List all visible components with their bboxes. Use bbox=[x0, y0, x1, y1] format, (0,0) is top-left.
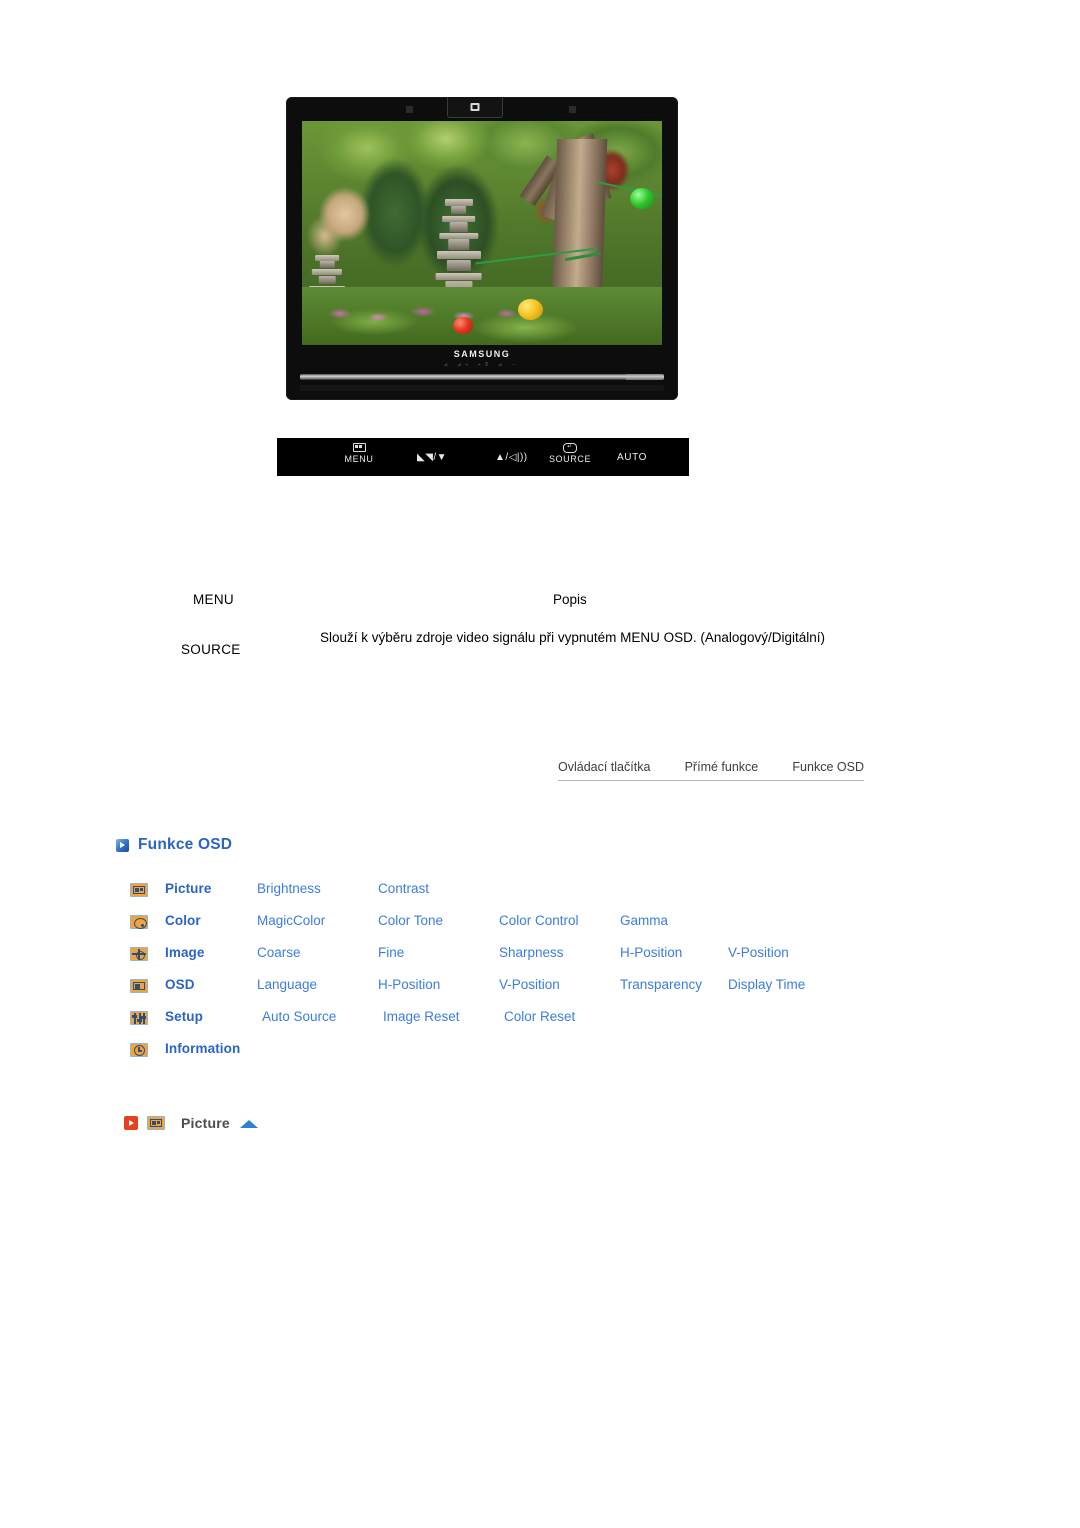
osd-item-color-reset[interactable]: Color Reset bbox=[504, 1009, 575, 1024]
bezel-badge bbox=[447, 97, 503, 118]
column-header-popis: Popis bbox=[553, 592, 587, 607]
osd-row-color: Color MagicColor Color Tone Color Contro… bbox=[130, 911, 890, 943]
control-button-auto-label: AUTO bbox=[617, 452, 647, 463]
tab-prime-funkce[interactable]: Přímé funkce bbox=[685, 760, 759, 774]
monitor-body: SAMSUNG ⊿ ⊿⌁ ⌁⊽ ⊿ ⋯ bbox=[286, 97, 678, 400]
table-cell-menu-name: SOURCE bbox=[181, 642, 241, 657]
bezel-sensor-right-icon bbox=[569, 106, 576, 113]
osd-item-contrast[interactable]: Contrast bbox=[378, 881, 429, 896]
power-indicator-icon bbox=[470, 103, 480, 111]
osd-item-display-time[interactable]: Display Time bbox=[728, 977, 805, 992]
osd-item-brightness[interactable]: Brightness bbox=[257, 881, 321, 896]
osd-item-image-reset[interactable]: Image Reset bbox=[383, 1009, 460, 1024]
menu-box-icon bbox=[329, 442, 389, 453]
osd-window-icon bbox=[130, 979, 148, 993]
osd-category-osd[interactable]: OSD bbox=[165, 977, 195, 992]
table-header-row: MENU Popis bbox=[178, 588, 898, 626]
monitor-base-bar-highlight bbox=[626, 374, 664, 380]
osd-row-osd: OSD Language H-Position V-Position Trans… bbox=[130, 975, 890, 1007]
monitor-top-bezel bbox=[286, 97, 678, 119]
picture-icon bbox=[130, 883, 148, 897]
osd-item-language[interactable]: Language bbox=[257, 977, 317, 992]
monitor-base-shadow bbox=[300, 385, 664, 391]
osd-item-image-h-position[interactable]: H-Position bbox=[620, 945, 682, 960]
picture-section-title: Picture bbox=[181, 1115, 230, 1131]
picture-subsection-heading: Picture bbox=[124, 1115, 258, 1131]
color-palette-icon bbox=[130, 915, 148, 929]
tab-ovladaci-tlacitka[interactable]: Ovládací tlačítka bbox=[558, 760, 650, 774]
control-button-menu[interactable]: MENU bbox=[329, 442, 389, 464]
column-header-menu: MENU bbox=[193, 592, 234, 607]
monitor-control-button-strip: MENU ◣◥/▼ ▲/◁|)) ↵ SOURCE AUTO bbox=[277, 438, 689, 476]
monitor-button-hints: ⊿ ⊿⌁ ⌁⊽ ⊿ ⋯ bbox=[443, 362, 521, 368]
osd-function-table: Picture Brightness Contrast Color MagicC… bbox=[130, 879, 890, 1071]
osd-category-color[interactable]: Color bbox=[165, 913, 201, 928]
osd-row-picture: Picture Brightness Contrast bbox=[130, 879, 890, 911]
osd-item-osd-h-position[interactable]: H-Position bbox=[378, 977, 440, 992]
osd-category-picture[interactable]: Picture bbox=[165, 881, 211, 896]
image-adjust-icon bbox=[130, 947, 148, 961]
monitor-base-bar bbox=[300, 374, 664, 380]
osd-section-heading: Funkce OSD bbox=[116, 836, 232, 854]
osd-item-image-v-position[interactable]: V-Position bbox=[728, 945, 789, 960]
osd-item-transparency[interactable]: Transparency bbox=[620, 977, 702, 992]
control-button-auto[interactable]: AUTO bbox=[577, 452, 687, 463]
osd-item-gamma[interactable]: Gamma bbox=[620, 913, 668, 928]
screen-photo-garden bbox=[302, 121, 662, 345]
bezel-sensor-left-icon bbox=[406, 106, 413, 113]
monitor-illustration: SAMSUNG ⊿ ⊿⌁ ⌁⊽ ⊿ ⋯ bbox=[286, 97, 678, 400]
setup-sliders-icon bbox=[130, 1011, 148, 1025]
menu-description-table: MENU Popis SOURCE Slouží k výběru zdroje… bbox=[178, 588, 898, 674]
osd-category-setup[interactable]: Setup bbox=[165, 1009, 203, 1024]
section-tab-nav: Ovládací tlačítka Přímé funkce Funkce OS… bbox=[558, 760, 864, 781]
monitor-screen bbox=[302, 121, 662, 345]
blue-play-arrow-icon bbox=[116, 838, 129, 852]
picture-icon bbox=[147, 1116, 165, 1130]
osd-row-setup: Setup Auto Source Image Reset Color Rese… bbox=[130, 1007, 890, 1039]
osd-item-osd-v-position[interactable]: V-Position bbox=[499, 977, 560, 992]
brightness-contrast-icon: ◣◥ bbox=[417, 452, 434, 463]
osd-row-information: Information bbox=[130, 1039, 890, 1071]
osd-row-image: Image Coarse Fine Sharpness H-Position V… bbox=[130, 943, 890, 975]
blue-up-triangle-icon[interactable] bbox=[239, 1120, 258, 1128]
red-play-arrow-icon bbox=[124, 1116, 138, 1130]
control-button-brightness-label: /▼ bbox=[433, 452, 448, 463]
osd-item-auto-source[interactable]: Auto Source bbox=[262, 1009, 336, 1024]
table-row: SOURCE Slouží k výběru zdroje video sign… bbox=[178, 626, 898, 674]
photo-green-lantern bbox=[629, 188, 654, 210]
osd-item-sharpness[interactable]: Sharpness bbox=[499, 945, 564, 960]
control-button-menu-label: MENU bbox=[344, 454, 374, 464]
tab-funkce-osd[interactable]: Funkce OSD bbox=[792, 760, 864, 774]
photo-red-lantern bbox=[453, 316, 474, 334]
osd-item-fine[interactable]: Fine bbox=[378, 945, 404, 960]
page-title: Funkce OSD bbox=[138, 836, 233, 853]
table-cell-description: Slouží k výběru zdroje video signálu při… bbox=[320, 630, 825, 645]
osd-item-color-control[interactable]: Color Control bbox=[499, 913, 579, 928]
osd-category-information[interactable]: Information bbox=[165, 1041, 240, 1056]
osd-item-color-tone[interactable]: Color Tone bbox=[378, 913, 443, 928]
osd-item-magiccolor[interactable]: MagicColor bbox=[257, 913, 325, 928]
osd-category-image[interactable]: Image bbox=[165, 945, 205, 960]
osd-item-coarse[interactable]: Coarse bbox=[257, 945, 301, 960]
control-button-brightness[interactable]: ◣◥/▼ bbox=[417, 452, 447, 463]
samsung-logo: SAMSUNG bbox=[453, 349, 511, 359]
information-clock-icon bbox=[130, 1043, 148, 1057]
